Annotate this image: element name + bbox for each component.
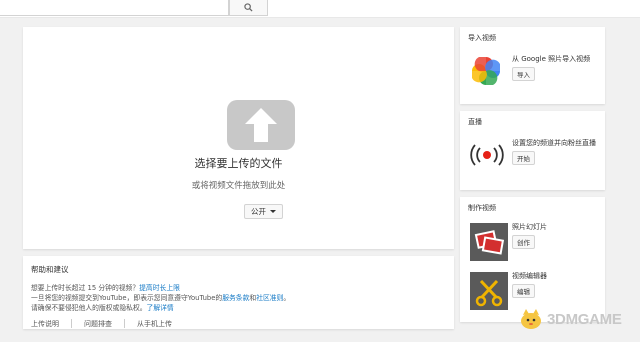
search-button[interactable] — [229, 0, 268, 16]
create-title: 制作视频 — [468, 204, 496, 212]
import-panel: 导入视频 从 Google 照片导入视频 导入 — [460, 27, 605, 104]
upload-instructions-link[interactable]: 上传说明 — [31, 319, 59, 329]
help-text: 请确保不要侵犯他人的版权或隐私权。 — [31, 304, 147, 312]
import-title: 导入视频 — [468, 34, 496, 42]
live-stream-icon — [470, 144, 504, 166]
create-slideshow-button[interactable]: 创作 — [512, 235, 535, 249]
scissors-icon — [470, 272, 508, 310]
video-editor-thumbnail[interactable] — [470, 272, 508, 310]
upload-arrow-icon[interactable] — [227, 100, 295, 150]
live-title: 直播 — [468, 118, 482, 126]
create-panel: 制作视频 照片幻灯片 创作 视频编辑器 编辑 — [460, 197, 605, 322]
privacy-label: 公开 — [251, 207, 266, 216]
increase-limit-link[interactable]: 提高时长上限 — [139, 284, 180, 292]
search-input[interactable] — [0, 0, 229, 16]
help-panel: 帮助和建议 想要上传时长超过 15 分钟的视频？提高时长上限 一旦将您的视频提交… — [23, 256, 454, 329]
terms-link[interactable]: 服务条款 — [222, 294, 249, 302]
chevron-down-icon — [270, 210, 276, 213]
edit-video-button[interactable]: 编辑 — [512, 284, 535, 298]
upload-subtitle: 或将视频文件拖放到此处 — [191, 181, 286, 191]
help-text: 想要上传时长超过 15 分钟的视频？ — [31, 284, 140, 292]
watermark: 3DMGAME — [518, 308, 622, 330]
help-text: 一旦将您的视频提交到YouTube，即表示您同意遵守YouTube的 — [31, 294, 223, 302]
upload-panel[interactable]: 选择要上传的文件 或将视频文件拖放到此处 公开 — [23, 27, 454, 249]
top-bar — [0, 0, 640, 18]
help-line-copyright: 请确保不要侵犯他人的版权或隐私权。了解详情 — [31, 303, 446, 313]
troubleshooting-link[interactable]: 问题排查 — [84, 319, 112, 329]
live-panel: 直播 设置您的频道并向粉丝直播 开始 — [460, 111, 605, 190]
help-text: 。 — [283, 294, 291, 302]
help-line-duration: 想要上传时长超过 15 分钟的视频？提高时长上限 — [31, 283, 446, 293]
divider — [71, 319, 72, 328]
help-links: 上传说明 问题排查 从手机上传 — [31, 319, 446, 329]
search-icon — [244, 3, 253, 12]
watermark-text: 3DMGAME — [547, 310, 622, 328]
photo-slideshow-icon — [470, 223, 508, 261]
learn-more-link[interactable]: 了解详情 — [147, 304, 174, 312]
upload-title: 选择要上传的文件 — [194, 157, 283, 170]
slideshow-label: 照片幻灯片 — [512, 223, 547, 231]
help-title: 帮助和建议 — [31, 265, 69, 274]
help-line-terms: 一旦将您的视频提交到YouTube，即表示您同意遵守YouTube的服务条款和社… — [31, 293, 446, 303]
slideshow-thumbnail[interactable] — [470, 223, 508, 261]
mascot-logo-icon — [521, 309, 541, 329]
mobile-upload-link[interactable]: 从手机上传 — [137, 319, 172, 329]
community-guidelines-link[interactable]: 社区准则 — [256, 294, 283, 302]
video-editor-label: 视频编辑器 — [512, 272, 547, 280]
start-live-button[interactable]: 开始 — [512, 151, 535, 165]
import-description: 从 Google 照片导入视频 — [512, 55, 591, 63]
google-photos-icon — [472, 57, 500, 85]
divider — [124, 319, 125, 328]
privacy-dropdown[interactable]: 公开 — [244, 204, 283, 219]
live-description: 设置您的频道并向粉丝直播 — [512, 139, 596, 147]
import-button[interactable]: 导入 — [512, 67, 535, 81]
